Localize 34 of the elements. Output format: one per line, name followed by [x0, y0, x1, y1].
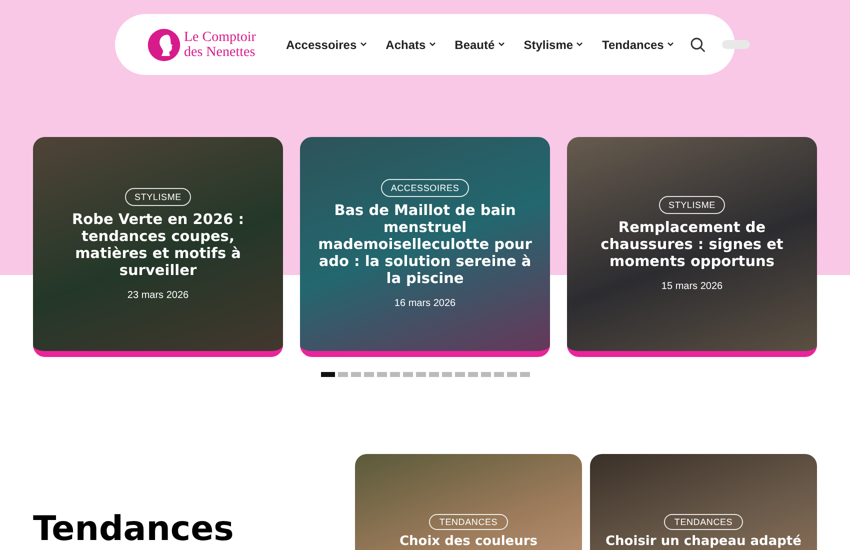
nav-menu-item[interactable]: Tendances [602, 38, 674, 52]
article-date: 16 mars 2026 [394, 298, 456, 309]
caret-icon[interactable] [666, 42, 674, 47]
logo-text[interactable]: Le Comptoir [184, 30, 256, 44]
article-card[interactable]: TENDANCES Choisir un chapeau adapté [590, 454, 817, 550]
woman-profile-logo-icon[interactable] [147, 28, 181, 62]
nav-menu-item[interactable]: Stylisme [524, 38, 584, 52]
article-title[interactable]: Choisir un chapeau adapté [606, 534, 802, 549]
category-tag[interactable]: STYLISME [124, 188, 192, 206]
article-date: 23 mars 2026 [127, 290, 189, 300]
skeleton-bar [722, 40, 750, 49]
article-card[interactable]: ACCESSOIRES Bas de Maillot de bain menstruel mademoiselleculotte pour ado : la solution sereine à la piscine 16 mars 2026 [300, 137, 550, 357]
logo-text[interactable]: des Nenettes [184, 44, 256, 60]
article-title[interactable]: Robe Verte en 2026 : tendances coupes, matières et motifs à surveiller [45, 212, 271, 280]
nav-menu-item[interactable]: Accessoires [286, 38, 367, 52]
nav-menu-item[interactable]: Achats [386, 38, 436, 52]
article-date: 15 mars 2026 [661, 281, 723, 292]
article-card[interactable]: STYLISME Remplacement de chaussures : signes et moments opportuns 15 mars 2026 [567, 137, 817, 357]
article-title[interactable]: Choix des couleurs [399, 534, 538, 549]
article-card[interactable]: TENDANCES Choix des couleurs [355, 454, 582, 550]
search-icon[interactable] [690, 36, 706, 52]
category-tag[interactable]: TENDANCES [664, 514, 743, 530]
caret-icon[interactable] [576, 42, 584, 47]
article-title[interactable]: Bas de Maillot de bain menstruel mademoiselleculotte pour ado : la solution sereine à la piscine [312, 203, 538, 288]
category-tag[interactable]: TENDANCES [429, 514, 508, 530]
category-tag[interactable]: ACCESSOIRES [380, 179, 470, 197]
article-card[interactable]: STYLISME Robe Verte en 2026 : tendances coupes, matières et motifs à surveiller 23 mars 2026 [33, 137, 283, 357]
section-heading: Tendances [33, 509, 234, 550]
caret-icon[interactable] [498, 42, 505, 47]
nav-menu-item[interactable]: Beauté [454, 38, 505, 52]
category-tag[interactable]: STYLISME [658, 196, 726, 214]
caret-icon[interactable] [360, 42, 367, 47]
article-title[interactable]: Remplacement de chaussures : signes et moments opportuns [579, 220, 805, 271]
caret-icon[interactable] [428, 42, 436, 47]
